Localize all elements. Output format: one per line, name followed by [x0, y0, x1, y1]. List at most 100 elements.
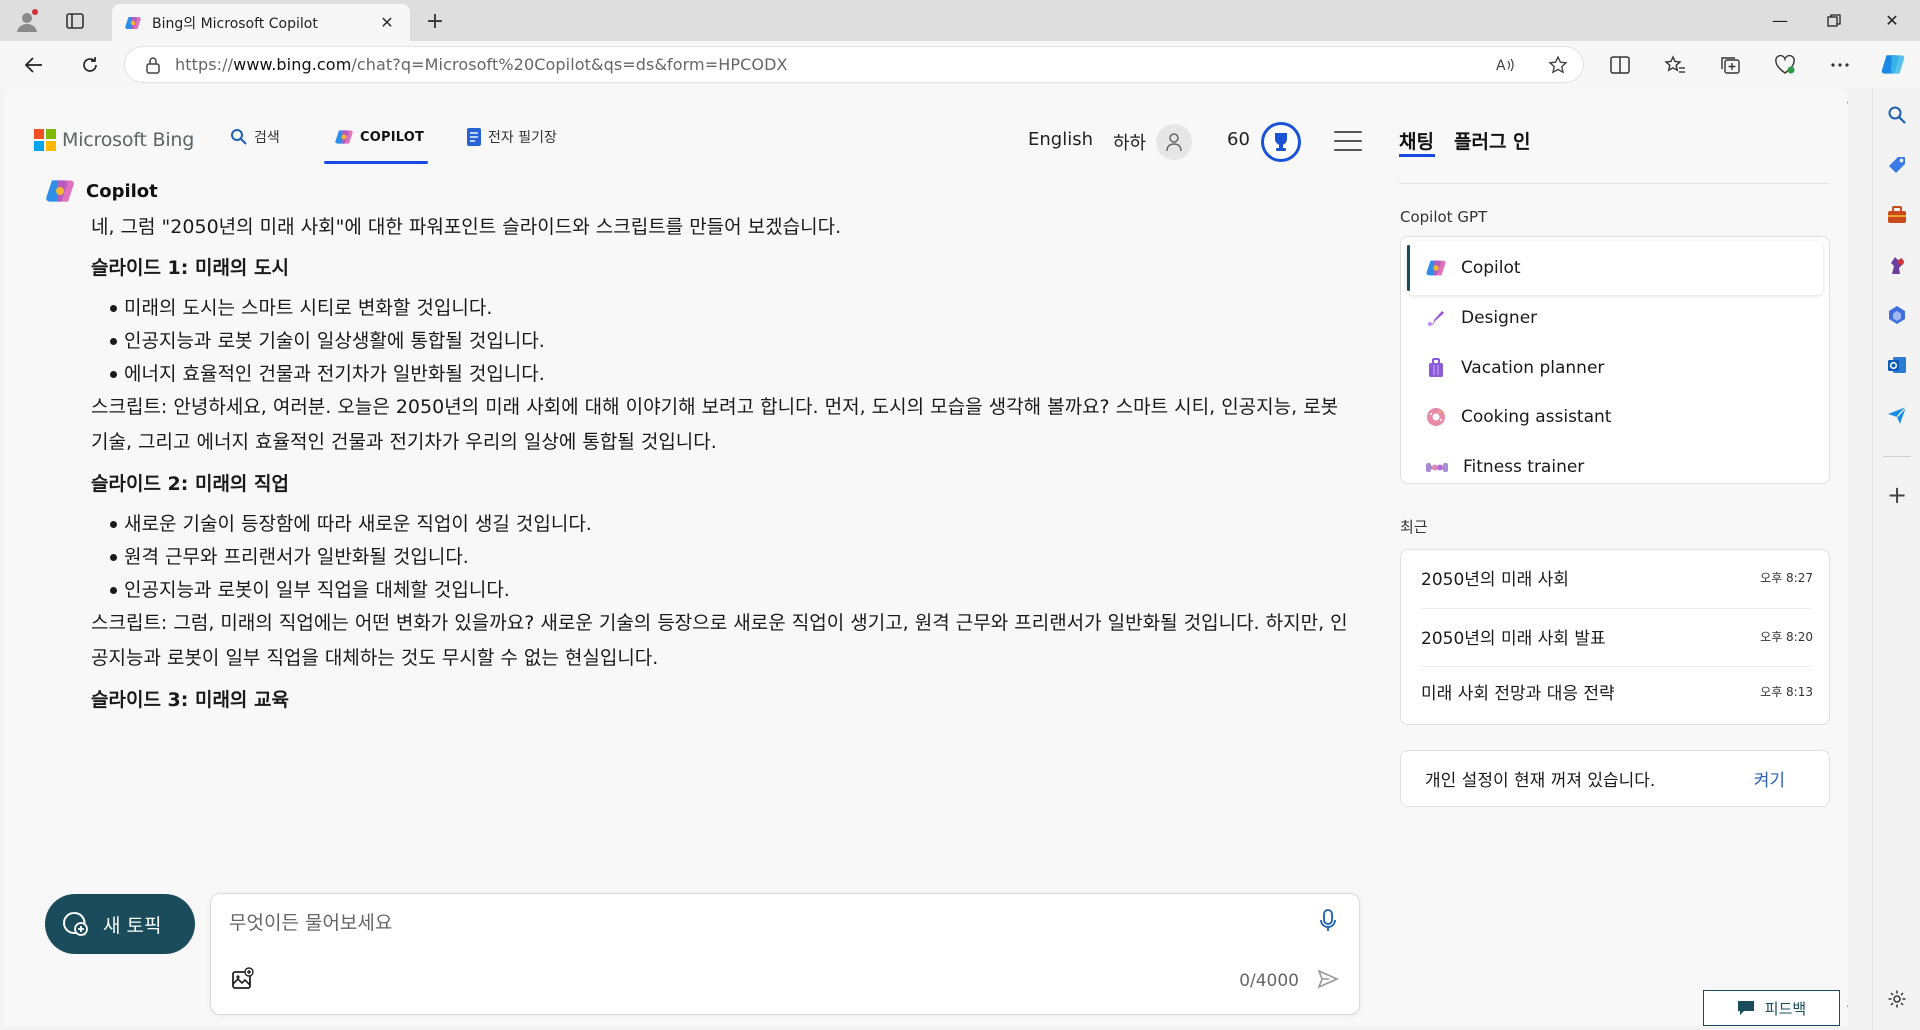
nav-search[interactable]: 검색 — [230, 127, 280, 147]
refresh-button[interactable] — [73, 48, 107, 82]
designer-icon — [1428, 311, 1444, 326]
feedback-icon — [1737, 1001, 1754, 1015]
copilot-tab-indicator — [324, 161, 428, 164]
right-panel-divider — [1399, 183, 1829, 184]
tab-chat[interactable]: 채팅 — [1399, 127, 1434, 154]
user-icon — [1166, 133, 1182, 152]
copilot-sidebar-icon[interactable] — [1878, 50, 1908, 80]
gpt-item-vacation-planner[interactable]: Vacation planner — [1407, 341, 1823, 395]
bing-copilot-page: Microsoft Bing 검색 COPILOT 전자 필기장 English… — [4, 88, 1848, 1026]
chat-input[interactable] — [229, 908, 1279, 938]
scroll-up-arrow[interactable]: ▲ — [1847, 94, 1848, 105]
copilot-icon — [335, 130, 353, 144]
nav-notebook[interactable]: 전자 필기장 — [466, 127, 557, 147]
slide2-bullet-3: 인공지능과 로봇이 일부 직업을 대체할 것입니다. — [124, 579, 510, 601]
split-screen-icon[interactable] — [1605, 50, 1635, 80]
language-link[interactable]: English — [1028, 129, 1093, 150]
sidebar-drop-icon[interactable] — [1882, 400, 1912, 430]
gpt-item-copilot[interactable]: Copilot — [1407, 241, 1823, 295]
personalization-text: 개인 설정이 현재 꺼져 있습니다. — [1425, 771, 1656, 791]
minimize-button[interactable]: — — [1752, 0, 1808, 41]
copilot-avatar-icon — [46, 180, 74, 202]
microsoft-logo-icon — [34, 129, 56, 151]
more-menu-icon[interactable] — [1825, 50, 1855, 80]
slide2-script: 스크립트: 그럼, 미래의 직업에는 어떤 변화가 있을까요? 새로운 기술의 … — [91, 612, 1348, 669]
tab-title: Bing의 Microsoft Copilot — [152, 15, 318, 32]
slide3-title: 슬라이드 3: 미래의 교육 — [91, 689, 289, 711]
sidebar-microsoft365-icon[interactable] — [1882, 300, 1912, 330]
favorites-icon[interactable] — [1660, 50, 1690, 80]
tab-close-icon[interactable]: ✕ — [376, 12, 398, 34]
svg-text:A: A — [1496, 58, 1506, 74]
gpt-item-fitness-trainer[interactable]: Fitness trainer — [1407, 440, 1823, 494]
new-topic-button[interactable]: 새 토픽 — [45, 894, 195, 954]
bullet-dot — [110, 338, 117, 345]
read-aloud-icon[interactable]: A — [1490, 53, 1520, 77]
chat-tab-indicator — [1399, 154, 1435, 157]
slide1-title: 슬라이드 1: 미래의 도시 — [91, 257, 289, 279]
slide1-bullet-3: 에너지 효율적인 건물과 전기차가 일반화될 것입니다. — [124, 363, 545, 385]
collections-icon[interactable] — [1715, 50, 1745, 80]
slide1-bullet-1: 미래의 도시는 스마트 시티로 변화할 것입니다. — [124, 297, 493, 319]
bot-name: Copilot — [86, 180, 158, 202]
chat-composer: 0/4000 — [210, 893, 1360, 1015]
sidebar-divider — [1883, 456, 1911, 457]
browser-tab-bar: Bing의 Microsoft Copilot ✕ + — ✕ — [0, 0, 1920, 41]
recent-chat-item[interactable]: 2050년의 미래 사회 오후 8:27 — [1421, 550, 1813, 605]
lock-icon[interactable] — [145, 56, 161, 74]
send-icon[interactable] — [1313, 964, 1343, 994]
feedback-button[interactable]: 피드백 — [1703, 990, 1840, 1026]
personalization-notice: 개인 설정이 현재 꺼져 있습니다. 켜기 — [1400, 750, 1830, 807]
add-image-icon[interactable] — [227, 964, 257, 994]
sidebar-add-icon[interactable]: + — [1882, 480, 1912, 510]
rewards-trophy-icon[interactable] — [1261, 122, 1301, 162]
notebook-icon — [467, 128, 481, 146]
recent-chat-item[interactable]: 미래 사회 전망과 대응 전략 오후 8:13 — [1421, 664, 1813, 719]
microsoft-bing-logo[interactable]: Microsoft Bing — [34, 129, 194, 151]
message-intro: 네, 그럼 "2050년의 미래 사회"에 대한 파워포인트 슬라이드와 스크립… — [91, 216, 842, 238]
tab-plugins[interactable]: 플러그 인 — [1454, 127, 1531, 154]
profile-icon[interactable] — [12, 6, 42, 36]
microphone-icon[interactable] — [1313, 906, 1343, 936]
search-icon — [231, 129, 247, 145]
gpt-item-cooking-assistant[interactable]: Cooking assistant — [1407, 390, 1823, 444]
recent-chat-item[interactable]: 2050년의 미래 사회 발표 오후 8:20 — [1421, 609, 1813, 664]
sidebar-outlook-icon[interactable] — [1882, 350, 1912, 380]
logo-text: Microsoft Bing — [62, 129, 195, 151]
scroll-down-arrow[interactable]: ▼ — [1847, 1004, 1848, 1015]
hamburger-menu-icon[interactable] — [1334, 131, 1362, 153]
gpt-item-designer[interactable]: Designer — [1407, 291, 1823, 345]
browser-tab-active[interactable]: Bing의 Microsoft Copilot ✕ — [112, 4, 410, 41]
user-avatar[interactable] — [1156, 124, 1192, 160]
restore-button[interactable] — [1806, 0, 1862, 41]
favorite-star-icon[interactable] — [1543, 53, 1573, 77]
recent-chats-list: 2050년의 미래 사회 오후 8:27 2050년의 미래 사회 발표 오후 … — [1400, 549, 1830, 725]
new-chat-icon — [63, 912, 88, 936]
tab-actions-icon[interactable] — [60, 6, 90, 36]
sidebar-settings-icon[interactable] — [1882, 984, 1912, 1014]
gpt-section-title: Copilot GPT — [1400, 208, 1488, 226]
back-button[interactable] — [17, 48, 51, 82]
sidebar-games-icon[interactable] — [1882, 250, 1912, 280]
copilot-favicon-icon — [125, 16, 141, 29]
bullet-dot — [110, 554, 117, 561]
slide1-bullet-2: 인공지능과 로봇 기술이 일상생활에 통합될 것입니다. — [124, 330, 545, 352]
slide1-script: 스크립트: 안녕하세요, 여러분. 오늘은 2050년의 미래 사회에 대해 이… — [91, 396, 1339, 453]
slide2-bullet-2: 원격 근무와 프리랜서가 일반화될 것입니다. — [124, 546, 469, 568]
user-name[interactable]: 하하 — [1113, 129, 1146, 155]
slide2-title: 슬라이드 2: 미래의 직업 — [91, 473, 289, 495]
recent-section-title: 최근 — [1400, 518, 1428, 536]
close-window-button[interactable]: ✕ — [1864, 0, 1920, 41]
sidebar-tools-icon[interactable] — [1882, 200, 1912, 230]
copilot-icon — [1426, 260, 1446, 276]
personalization-on-link[interactable]: 켜기 — [1754, 766, 1785, 791]
nav-copilot[interactable]: COPILOT — [334, 127, 424, 147]
sidebar-shopping-icon[interactable] — [1882, 150, 1912, 180]
sidebar-search-icon[interactable] — [1882, 100, 1912, 130]
slide2-bullet-1: 새로운 기술이 등장함에 따라 새로운 직업이 생길 것입니다. — [124, 513, 592, 535]
new-tab-button[interactable]: + — [420, 6, 450, 36]
browser-essentials-icon[interactable] — [1770, 50, 1800, 80]
address-bar[interactable]: https://www.bing.com/chat?q=Microsoft%20… — [124, 46, 1584, 83]
url-text: https://www.bing.com/chat?q=Microsoft%20… — [175, 55, 788, 74]
rewards-points[interactable]: 60 — [1227, 129, 1250, 150]
